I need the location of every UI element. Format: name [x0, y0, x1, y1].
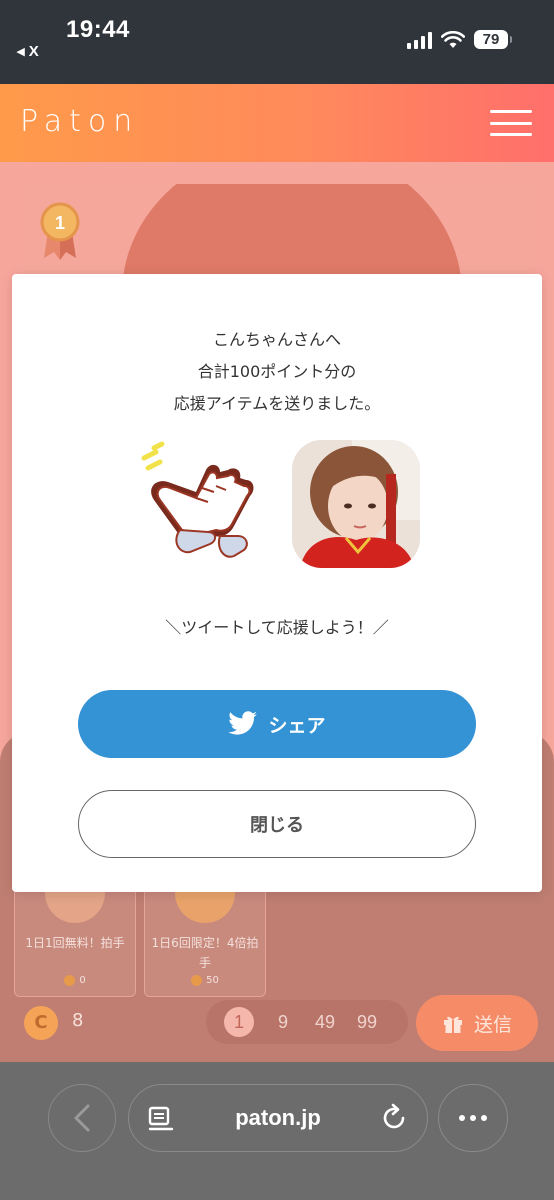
reload-icon[interactable]	[379, 1103, 409, 1133]
creator-avatar	[292, 440, 420, 568]
gift-icon	[443, 1016, 462, 1033]
status-time: 19:44	[66, 16, 130, 43]
quantity-option-9[interactable]: 9	[262, 1012, 304, 1033]
cellular-signal-icon	[407, 31, 432, 49]
wifi-icon	[441, 30, 465, 48]
browser-back-button[interactable]	[48, 1084, 116, 1152]
send-button[interactable]: 送信	[416, 995, 538, 1051]
quantity-option-99[interactable]: 99	[346, 1012, 388, 1033]
modal-message: こんちゃんさんへ 合計100ポイント分の 応援アイテムを送りました。	[12, 324, 542, 420]
support-complete-modal: こんちゃんさんへ 合計100ポイント分の 応援アイテムを送りました。 ＼ツイート…	[12, 274, 542, 892]
item-label: 1日1回無料！拍手	[25, 936, 125, 950]
browser-toolbar: paton.jp	[0, 1062, 554, 1200]
battery-icon: 79	[474, 30, 512, 49]
menu-icon[interactable]	[490, 110, 532, 136]
avatar-image	[292, 440, 420, 568]
clap-item-icon	[141, 441, 254, 558]
item-label: 1日6回限定！4倍拍手	[151, 936, 259, 970]
rank-number: 1	[55, 213, 65, 233]
message-line-1: こんちゃんさんへ	[212, 330, 341, 349]
quantity-selector: 1 9 49 99	[206, 1000, 408, 1044]
twitter-icon	[228, 711, 258, 735]
more-options-button[interactable]	[438, 1084, 508, 1152]
item-card-4x-clap[interactable]: 1日6回限定！4倍拍手 50	[144, 882, 266, 997]
status-bar: 19:44 ◂ X 79	[0, 0, 554, 84]
item-cost: 50	[145, 975, 265, 986]
message-line-2: 合計100ポイント分の	[197, 362, 357, 381]
coin-balance: 8	[72, 1010, 84, 1031]
share-label: シェア	[268, 714, 326, 737]
app-header: Paton	[0, 84, 554, 162]
message-line-3: 応援アイテムを送りました。	[173, 394, 381, 413]
quantity-option-49[interactable]: 49	[304, 1012, 346, 1033]
item-card-clap[interactable]: 1日1回無料！拍手 0	[14, 882, 136, 997]
send-bar: C 8 1 9 49 99 送信	[0, 990, 554, 1062]
quantity-option-1[interactable]: 1	[224, 1007, 254, 1037]
coin-icon: C	[24, 1006, 58, 1040]
send-label: 送信	[473, 1013, 512, 1036]
chevron-left-icon	[74, 1104, 90, 1132]
address-bar[interactable]: paton.jp	[128, 1084, 428, 1152]
coin-icon	[191, 975, 203, 986]
share-twitter-button[interactable]: シェア	[78, 690, 476, 758]
tweet-prompt: ＼ツイートして応援しよう！／	[165, 618, 389, 637]
paton-logo[interactable]: Paton	[20, 104, 139, 139]
status-icons: 79	[407, 30, 512, 49]
item-cost: 0	[15, 975, 135, 986]
close-button[interactable]: 閉じる	[78, 790, 476, 858]
coin-icon	[64, 975, 76, 986]
back-to-app-link[interactable]: ◂ X	[17, 42, 39, 60]
rank-medal-icon: 1	[40, 202, 80, 260]
